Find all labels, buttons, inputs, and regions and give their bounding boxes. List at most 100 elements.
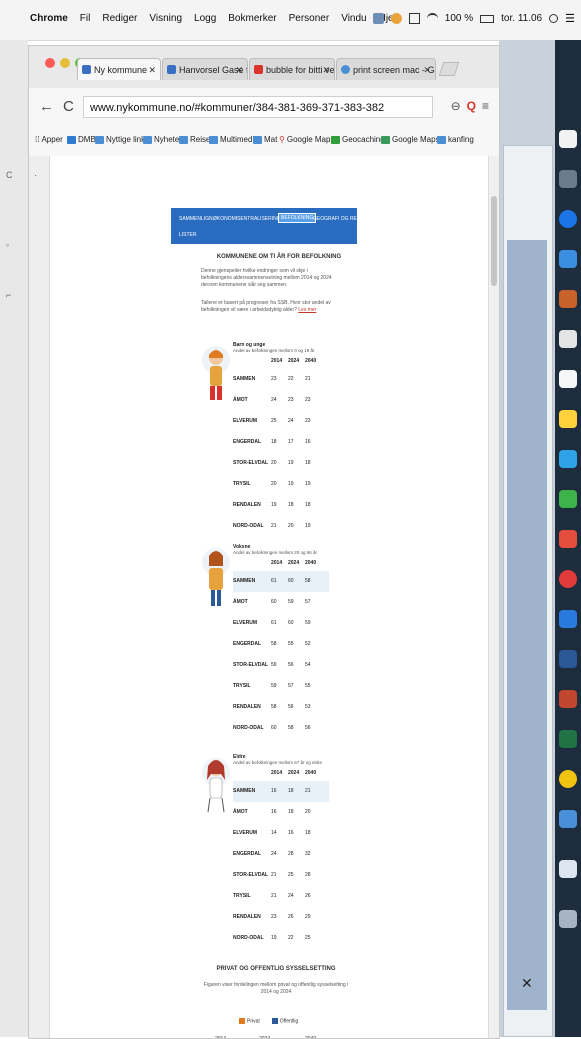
menu-bokmerker[interactable]: Bokmerker <box>228 13 276 24</box>
evernote-icon[interactable] <box>390 13 402 24</box>
launchpad-dock-icon[interactable] <box>559 170 577 188</box>
minimize-window-button[interactable] <box>60 58 70 68</box>
mail-dock-icon[interactable] <box>559 250 577 268</box>
address-bar-icons: ⊖ Q ≡ <box>451 99 489 113</box>
menubar-status: 100 % tor. 11.06 ☰ <box>372 12 575 25</box>
reminders-dock-icon[interactable] <box>559 410 577 428</box>
apps-grid-icon: ⁞⁞ <box>35 135 40 144</box>
new-tab-button[interactable] <box>438 62 460 76</box>
table-row: RENDALEN 23 26 29 <box>233 914 311 920</box>
page-scrollbar[interactable] <box>488 156 499 1038</box>
bookmark-mat[interactable]: Mat <box>253 135 277 144</box>
legend-item-privat: Privat <box>239 1018 260 1024</box>
menu-personer[interactable]: Personer <box>289 13 330 24</box>
side-glyph-icon: ⌐ <box>6 290 12 300</box>
read-more-link[interactable]: Les mer <box>298 307 316 313</box>
year-header: 2040 <box>305 358 317 364</box>
downloads-dock-icon[interactable] <box>559 860 577 878</box>
bookmark-multimedia[interactable]: Multimedia <box>209 135 259 144</box>
bookmark-dmb[interactable]: DMB <box>67 135 96 144</box>
menu-icon[interactable]: ≡ <box>482 99 489 113</box>
nav-geografi[interactable]: GEOGRAFI OG REISEVEI <box>313 216 373 222</box>
table-header: 2014 2024 2040 <box>233 765 329 781</box>
tab-0[interactable]: Ny kommune ✕ <box>77 58 161 80</box>
table-header: 2014 2024 2040 <box>233 555 329 571</box>
tab-close-icon[interactable]: ✕ <box>148 59 156 80</box>
appstore-dock-icon[interactable] <box>559 610 577 628</box>
close-window-button[interactable] <box>45 58 55 68</box>
scrollbar-thumb[interactable] <box>491 196 497 286</box>
background-window-panel <box>507 240 547 1010</box>
bookmark-nyheter[interactable]: Nyheter <box>143 135 182 144</box>
clock[interactable]: tor. 11.06 <box>501 13 542 24</box>
menu-fil[interactable]: Fil <box>80 13 91 24</box>
utility-dock-icon[interactable] <box>559 810 577 828</box>
chrome-app-dock-icon[interactable] <box>559 770 577 788</box>
page-viewport[interactable]: · SAMMENLIGN ØKONOMI SENTRALISERING BEFO… <box>29 156 499 1038</box>
photos-dock-icon[interactable] <box>559 530 577 548</box>
tab-close-icon[interactable]: ✕ <box>423 59 431 80</box>
year-header: 2024 <box>288 560 300 566</box>
tab-close-icon[interactable]: ✕ <box>235 59 243 80</box>
side-glyph-icon: ◦ <box>6 240 10 250</box>
trash-dock-icon[interactable] <box>559 910 577 928</box>
finder-dock-icon[interactable] <box>559 130 577 148</box>
tab-2[interactable]: bubble for bitti versteea ✕ <box>249 58 335 80</box>
tab-3[interactable]: print screen mac - Google ✕ <box>336 58 436 80</box>
battery-icon[interactable] <box>480 14 495 23</box>
nav-sentralisering[interactable]: SENTRALISERING <box>237 216 281 222</box>
nav-lister[interactable]: LISTER <box>179 232 197 238</box>
pie-label: 2024 <box>259 1036 270 1038</box>
wifi-icon[interactable] <box>426 13 438 24</box>
chrome-window: Ny kommune ✕ Hanvorsel Gase for Ease k ✕… <box>28 45 500 1039</box>
page-left-gutter: · <box>29 156 50 1038</box>
bookmark-reise[interactable]: Reise <box>179 135 210 144</box>
screen-icon[interactable] <box>408 13 420 24</box>
calendar-dock-icon[interactable] <box>559 330 577 348</box>
nav-befolkning[interactable]: BEFOLKNING <box>277 213 317 223</box>
word-dock-icon[interactable] <box>559 650 577 668</box>
powerpoint-dock-icon[interactable] <box>559 690 577 708</box>
nav-okonomi[interactable]: ØKONOMI <box>213 216 237 222</box>
legend-swatch-icon <box>271 1018 278 1024</box>
url-input[interactable]: www.nykommune.no/#kommuner/384-381-369-3… <box>83 96 433 118</box>
menu-logg[interactable]: Logg <box>194 13 216 24</box>
nav-sammenlign[interactable]: SAMMENLIGN <box>179 216 213 222</box>
chrome-dock-icon[interactable] <box>559 570 577 588</box>
reload-icon[interactable]: C <box>63 98 74 115</box>
menu-chrome[interactable]: Chrome <box>30 13 68 24</box>
messages-dock-icon[interactable] <box>559 450 577 468</box>
bookmark-kanfing[interactable]: kanfing <box>437 135 474 144</box>
notes-dock-icon[interactable] <box>559 370 577 388</box>
table-row: ÅMOT 16 18 20 <box>233 809 311 815</box>
dropbox-icon[interactable] <box>372 13 384 24</box>
menu-rediger[interactable]: Rediger <box>102 13 137 24</box>
site-favicon-icon <box>167 65 176 74</box>
tab-1[interactable]: Hanvorsel Gase for Ease k ✕ <box>162 58 248 80</box>
safari-dock-icon[interactable] <box>559 210 577 228</box>
table-row: SAMMEN 16 18 21 <box>233 781 329 802</box>
facetime-dock-icon[interactable] <box>559 490 577 508</box>
back-arrow-icon[interactable]: ← <box>39 98 54 115</box>
table-row: NORD-ODAL 21 20 19 <box>233 523 311 529</box>
left-desktop-strip: C ◦ ⌐ <box>0 40 28 1037</box>
background-window: ✕ <box>499 40 555 1037</box>
spotlight-search-icon[interactable] <box>549 14 559 23</box>
bookmark-google-maps[interactable]: ⚲ Google Maps <box>279 135 334 144</box>
extension-icon[interactable]: Q <box>467 99 476 113</box>
translate-icon[interactable]: ⊖ <box>451 99 461 113</box>
menu-visning[interactable]: Visning <box>149 13 182 24</box>
employment-heading: PRIVAT OG OFFENTLIG SYSSELSETTING <box>216 966 336 972</box>
table-row: TRYSIL 20 19 19 <box>233 481 311 487</box>
tab-close-icon[interactable]: ✕ <box>322 59 330 80</box>
excel-dock-icon[interactable] <box>559 730 577 748</box>
close-icon[interactable]: ✕ <box>521 975 533 992</box>
bookmark-geocaching[interactable]: Geocaching <box>331 135 385 144</box>
contacts-dock-icon[interactable] <box>559 290 577 308</box>
notification-center-icon[interactable]: ☰ <box>565 12 575 25</box>
bookmark-apper[interactable]: ⁞⁞ Apper <box>35 135 63 144</box>
menu-vindu[interactable]: Vindu <box>341 13 366 24</box>
bookmark-google-maps-2[interactable]: Google Maps <box>381 135 440 144</box>
tab-title: Ny kommune <box>94 65 148 75</box>
table-row: TRYSIL 21 24 26 <box>233 893 311 899</box>
